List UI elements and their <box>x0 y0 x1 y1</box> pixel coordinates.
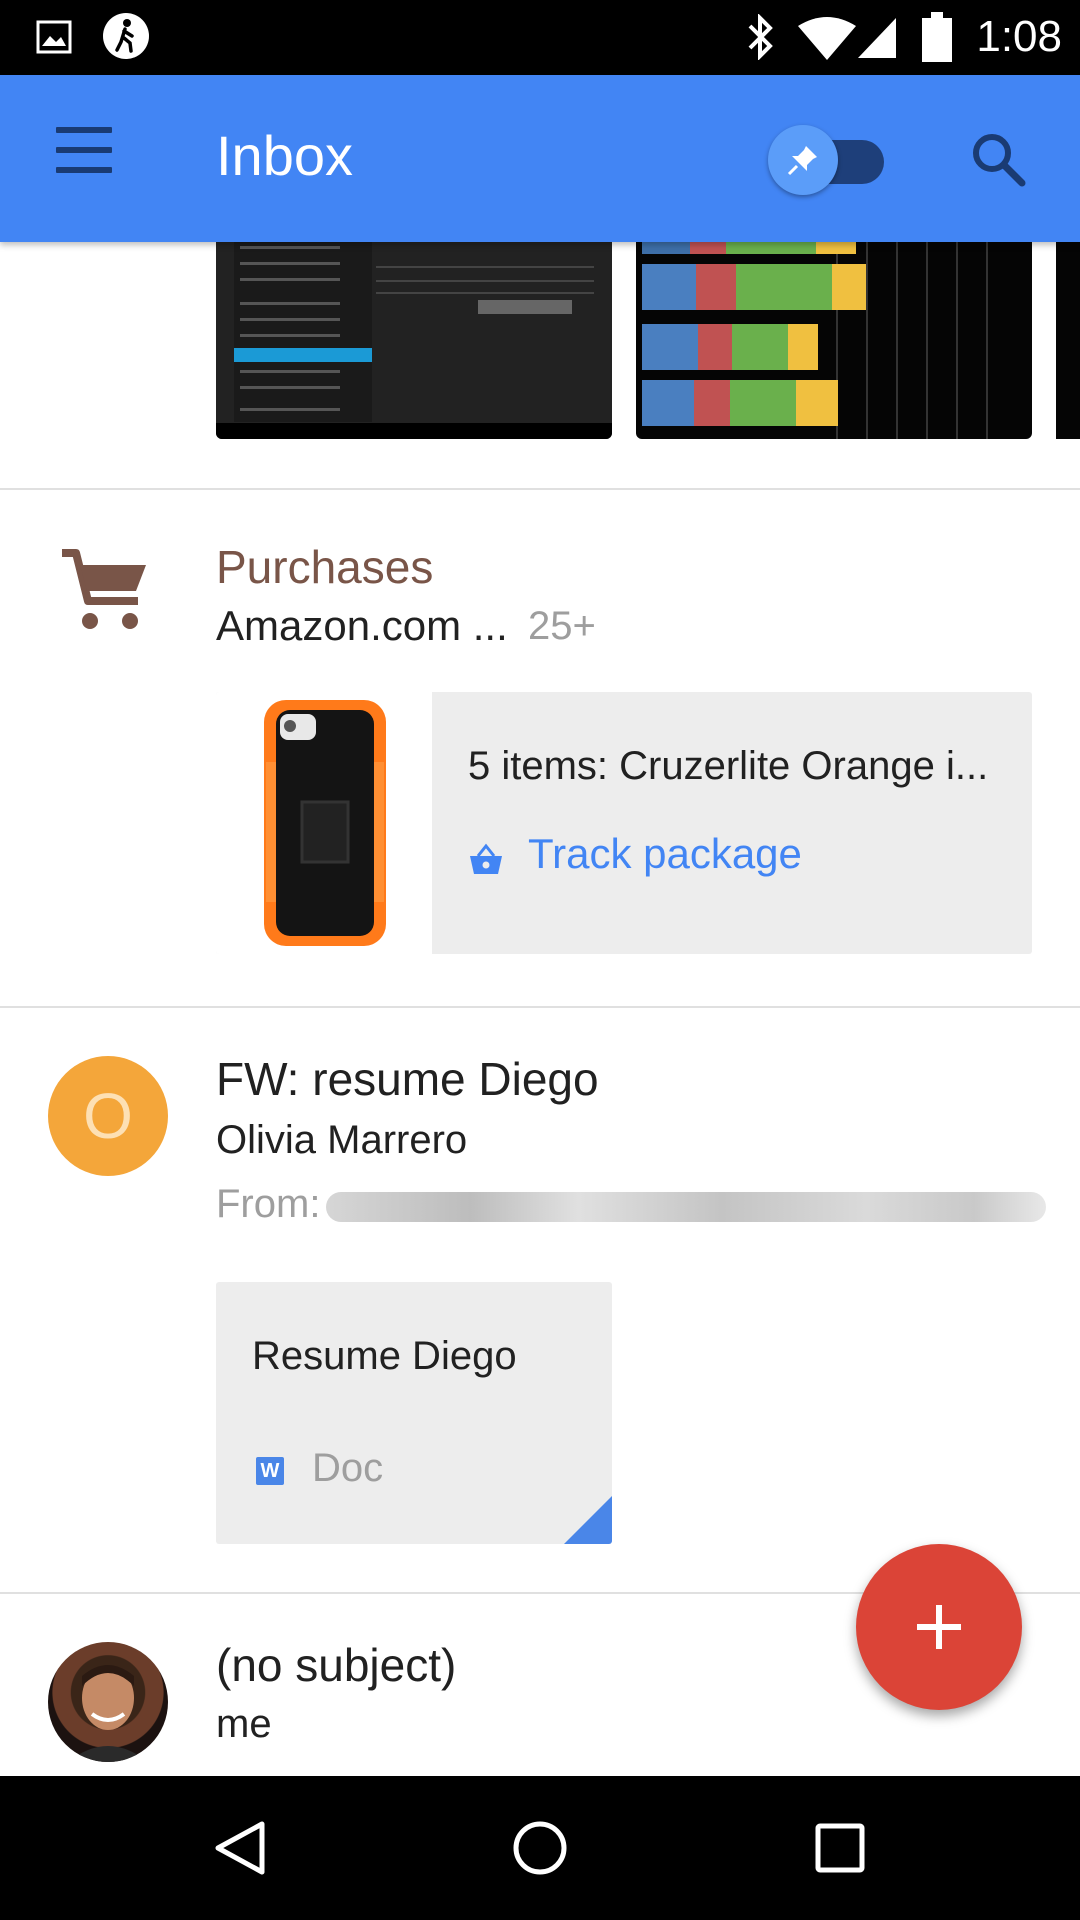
page-title: Inbox <box>216 124 353 187</box>
image-icon <box>36 20 72 54</box>
shopping-cart-icon <box>62 549 146 629</box>
app-bar: Inbox <box>0 75 1080 242</box>
redacted-text <box>326 1192 1046 1222</box>
email-subject[interactable]: FW: resume Diego <box>216 1052 599 1106</box>
clock: 1:08 <box>976 12 1062 61</box>
email-sender: Olivia Marrero <box>216 1118 468 1162</box>
bundle-title[interactable]: Purchases <box>216 540 433 594</box>
attachment-doc-card[interactable]: Resume Diego W Doc <box>216 1282 612 1544</box>
email-subject[interactable]: (no subject) <box>216 1638 456 1692</box>
bluetooth-icon <box>748 14 773 60</box>
recents-icon[interactable] <box>810 1818 870 1878</box>
settings-active-row <box>234 348 372 362</box>
avatar[interactable]: O <box>48 1056 168 1176</box>
toggle-knob[interactable] <box>768 125 838 195</box>
attachment-type: Doc <box>312 1446 384 1490</box>
wifi-icon <box>798 17 856 60</box>
navigation-bar <box>0 1776 1080 1920</box>
attachment-thumbnail-chart[interactable] <box>636 242 1032 439</box>
product-thumbnail <box>216 692 432 954</box>
email-snippet: From: <box>216 1182 321 1226</box>
battery-icon <box>922 12 952 62</box>
cellular-signal-icon <box>858 18 896 58</box>
purchase-card[interactable]: 5 items: Cruzerlite Orange i... Track pa… <box>216 692 1032 954</box>
page-fold-icon <box>564 1496 612 1544</box>
phone-case-image <box>264 700 386 946</box>
search-icon <box>973 134 1026 187</box>
status-bar: 1:08 <box>0 0 1080 75</box>
settings-display-button <box>478 300 572 314</box>
email-sender: me <box>216 1702 272 1746</box>
bundle-senders: Amazon.com ... <box>216 602 508 649</box>
divider <box>0 488 1080 490</box>
compose-button[interactable] <box>856 1544 1022 1710</box>
shopping-basket-icon <box>470 843 502 874</box>
attachment-thumbnail-partial[interactable] <box>1056 242 1080 439</box>
walking-icon <box>103 13 149 59</box>
track-package-link[interactable]: Track package <box>528 830 802 878</box>
pin-icon <box>787 146 817 176</box>
purchase-description: 5 items: Cruzerlite Orange i... <box>468 744 989 788</box>
avatar[interactable] <box>48 1642 168 1762</box>
pin-toggle[interactable] <box>768 125 888 195</box>
divider <box>0 1006 1080 1008</box>
settings-sidebar <box>234 242 372 422</box>
attachment-title: Resume Diego <box>252 1334 517 1378</box>
home-icon[interactable] <box>510 1818 570 1878</box>
menu-icon <box>56 127 112 133</box>
person-photo <box>68 1665 148 1762</box>
menu-button[interactable] <box>48 127 118 187</box>
bundle-count: 25+ <box>528 604 596 648</box>
attachment-thumbnail-settings[interactable] <box>216 242 612 439</box>
word-doc-icon: W <box>256 1457 284 1485</box>
back-icon[interactable] <box>210 1818 270 1878</box>
search-button[interactable] <box>966 127 1030 191</box>
plus-icon <box>917 1605 961 1649</box>
